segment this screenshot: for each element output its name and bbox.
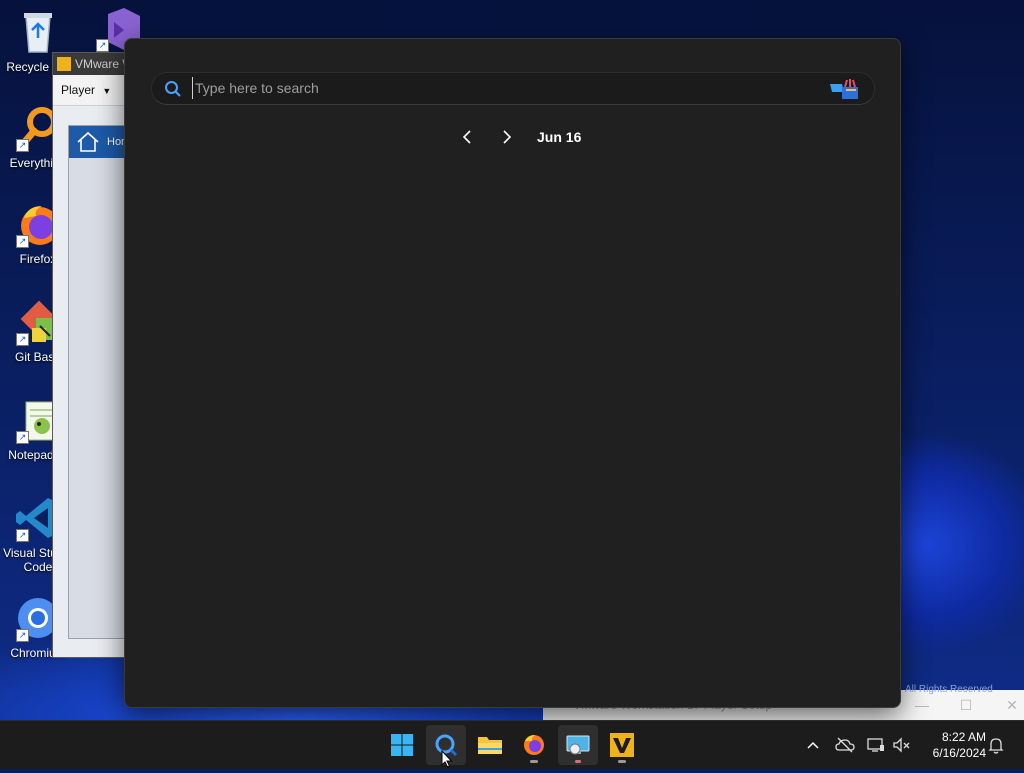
start-button[interactable] <box>382 725 422 765</box>
chevron-left-icon <box>462 130 471 144</box>
chevron-down-icon: ▼ <box>102 86 112 96</box>
notifications-button[interactable] <box>986 735 1006 755</box>
desktop-icon-label: Firefox <box>19 252 57 266</box>
taskbar-clock[interactable]: 8:22 AM 6/16/2024 <box>920 729 986 761</box>
next-day-button[interactable] <box>495 125 519 149</box>
search-box[interactable] <box>151 72 875 105</box>
mouse-cursor-icon <box>441 749 453 773</box>
desktop-watermark: All Rights Reserved <box>905 684 993 695</box>
search-icon <box>164 80 182 103</box>
chevron-right-icon <box>503 130 512 144</box>
network-icon <box>867 738 884 752</box>
running-indicator <box>575 760 581 763</box>
shortcut-arrow-icon: ↗ <box>96 39 109 52</box>
running-indicator <box>618 760 626 763</box>
shortcut-arrow-icon: ↗ <box>16 529 29 542</box>
taskbar-firefox-button[interactable] <box>514 725 554 765</box>
vmware-logo-icon <box>57 57 71 71</box>
previous-day-button[interactable] <box>455 125 479 149</box>
shortcut-arrow-icon: ↗ <box>16 629 29 642</box>
volume-muted-icon <box>893 737 910 753</box>
shortcut-arrow-icon: ↗ <box>16 431 29 444</box>
file-explorer-icon <box>478 737 502 754</box>
player-menu-label: Player <box>61 83 96 97</box>
remote-desktop-icon <box>566 735 590 755</box>
chevron-up-icon <box>807 741 819 749</box>
date-navigator: Jun 16 <box>455 125 581 149</box>
bell-icon <box>988 738 1004 754</box>
cloud-off-icon <box>835 737 855 753</box>
player-menu-button[interactable]: Player ▼ <box>61 83 111 97</box>
network-tray-icon[interactable] <box>866 735 886 755</box>
firefox-icon <box>524 735 544 755</box>
running-indicator <box>530 760 538 763</box>
taskbar-file-explorer-button[interactable] <box>470 725 510 765</box>
onedrive-tray-icon[interactable] <box>835 735 855 755</box>
date-label: Jun 16 <box>537 129 582 145</box>
clock-date: 6/16/2024 <box>932 746 986 760</box>
shortcut-arrow-icon: ↗ <box>16 333 29 346</box>
recycle-bin-icon <box>14 8 62 56</box>
shortcut-arrow-icon: ↗ <box>16 235 29 248</box>
taskbar: 8:22 AM 6/16/2024 <box>0 720 1024 769</box>
desktop: Recycle Bin ↗ ↗ Everything ↗ Firefox ↗ G… <box>0 0 1024 720</box>
taskbar-remote-desktop-button[interactable] <box>558 725 598 765</box>
search-highlight-icon[interactable] <box>828 78 860 105</box>
clock-time: 8:22 AM <box>941 730 986 744</box>
vmware-icon <box>610 733 634 757</box>
shortcut-arrow-icon: ↗ <box>16 139 29 152</box>
search-input[interactable] <box>192 77 815 99</box>
home-icon <box>77 131 99 152</box>
search-panel: Jun 16 <box>124 38 901 708</box>
windows-start-icon <box>391 734 413 756</box>
volume-tray-icon[interactable] <box>892 735 912 755</box>
taskbar-vmware-button[interactable] <box>602 725 642 765</box>
show-hidden-icons-button[interactable] <box>803 735 823 755</box>
